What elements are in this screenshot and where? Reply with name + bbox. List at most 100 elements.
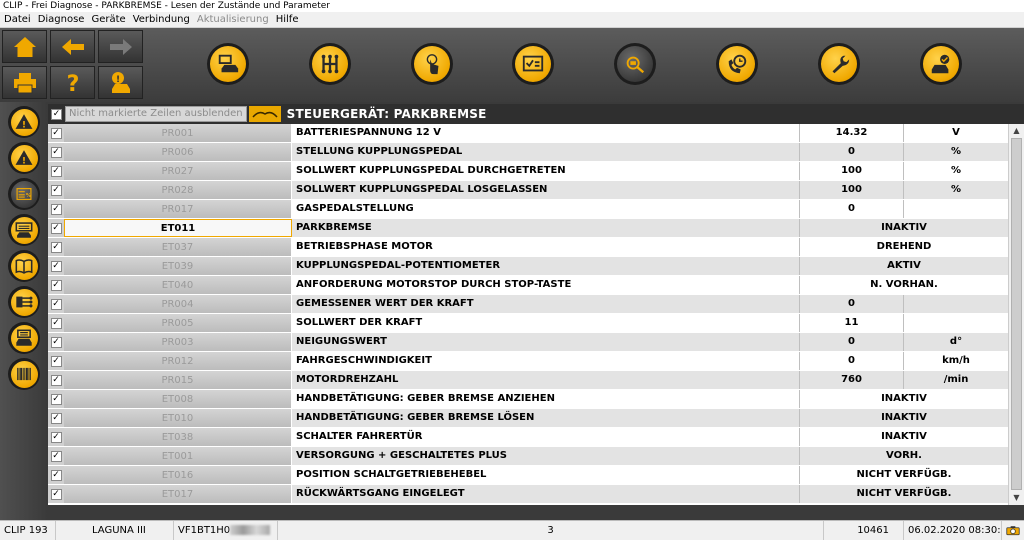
home-icon — [13, 36, 36, 57]
phone-clock-icon — [728, 54, 747, 74]
hide-unmarked-rows-button[interactable]: Nicht markierte Zeilen ausblenden — [65, 106, 247, 122]
select-all-checkbox[interactable]: ✓ — [51, 108, 62, 120]
table-row[interactable]: ✓ PR003 NEIGUNGSWERT 0 d° — [48, 333, 1008, 352]
parameter-unit: % — [950, 184, 962, 195]
camera-button[interactable] — [1002, 521, 1024, 540]
state-value: INAKTIV — [881, 412, 927, 423]
table-row[interactable]: ✓ ET008 HANDBETÄTIGUNG: GEBER BREMSE ANZIE… — [48, 390, 1008, 409]
parameter-code: PR028 — [64, 181, 292, 199]
sidebar-manual-book-button-4[interactable] — [8, 250, 40, 282]
sidebar-ecu-button-3[interactable] — [8, 214, 40, 246]
row-checkbox[interactable]: ✓ — [50, 393, 62, 405]
table-row[interactable]: ✓ ET011 PARKBREMSE INAKTIV — [48, 219, 1008, 238]
toolbar-phone-clock-button[interactable] — [716, 43, 758, 85]
forward-button[interactable] — [98, 30, 143, 63]
row-checkbox[interactable]: ✓ — [50, 374, 62, 386]
vehicle-info-button[interactable]: ! — [98, 66, 143, 99]
parameter-label: BETRIEBSPHASE MOTOR — [292, 238, 800, 256]
toolbar-gearbox-button[interactable] — [309, 43, 351, 85]
parameter-label: STELLUNG KUPPLUNGSPEDAL — [292, 143, 800, 161]
svg-text:%: % — [26, 193, 32, 199]
status-count: 3 — [278, 521, 824, 540]
row-checkbox[interactable]: ✓ — [50, 260, 62, 272]
row-checkbox[interactable]: ✓ — [50, 222, 62, 234]
vehicle-info-icon — [218, 54, 239, 73]
sidebar-warning-button-1[interactable]: ! — [8, 142, 40, 174]
toolbar-vehicle-check-button[interactable] — [920, 43, 962, 85]
sidebar-barcode-button-7[interactable] — [8, 358, 40, 390]
row-checkbox[interactable]: ✓ — [50, 165, 62, 177]
scroll-thumb[interactable] — [1011, 138, 1022, 490]
sidebar-car-ecu-button-6[interactable] — [8, 322, 40, 354]
row-checkbox[interactable]: ✓ — [50, 355, 62, 367]
table-row[interactable]: ✓ PR027 SOLLWERT KUPPLUNGSPEDAL DURCHGETRE… — [48, 162, 1008, 181]
vertical-scrollbar[interactable]: ▲ ▼ — [1008, 124, 1024, 505]
sidebar: !!% — [0, 102, 48, 520]
svg-text:!: ! — [115, 75, 119, 85]
status-bar: CLIP 193 LAGUNA III VF1BT1H0 3 10461 06.… — [0, 520, 1024, 540]
sidebar-warning-button-0[interactable]: ! — [8, 106, 40, 138]
home-button[interactable] — [2, 30, 47, 63]
row-checkbox[interactable]: ✓ — [50, 203, 62, 215]
table-row[interactable]: ✓ ET001 VERSORGUNG + GESCHALTETES PLUS VORH… — [48, 447, 1008, 466]
table-row[interactable]: ✓ PR006 STELLUNG KUPPLUNGSPEDAL 0% — [48, 143, 1008, 162]
row-checkbox[interactable]: ✓ — [50, 317, 62, 329]
row-checkbox[interactable]: ✓ — [50, 184, 62, 196]
table-row[interactable]: ✓ PR028 SOLLWERT KUPPLUNGSPEDAL LOSGELASSE… — [48, 181, 1008, 200]
parameter-value: 0 — [800, 333, 904, 351]
back-button[interactable] — [50, 30, 95, 63]
table-row[interactable]: ✓ PR012 FAHRGESCHWINDIGKEIT 0 km/h — [48, 352, 1008, 371]
parameter-label: NEIGUNGSWERT — [292, 333, 800, 351]
row-checkbox[interactable]: ✓ — [50, 127, 62, 139]
toolbar-vehicle-info-button[interactable] — [207, 43, 249, 85]
row-checkbox[interactable]: ✓ — [50, 336, 62, 348]
table-row[interactable]: ✓ ET016 POSITION SCHALTGETRIEBEHEBEL NICHT … — [48, 466, 1008, 485]
parameter-code: ET001 — [64, 447, 292, 465]
parameter-code: ET038 — [64, 428, 292, 446]
parameter-code: PR012 — [64, 352, 292, 370]
table-row[interactable]: ✓ PR005 SOLLWERT DER KRAFT 11 — [48, 314, 1008, 333]
table-row[interactable]: ✓ PR004 GEMESSENER WERT DER KRAFT 0 — [48, 295, 1008, 314]
toolbar-ecu-search-button[interactable] — [614, 43, 656, 85]
table-row[interactable]: ✓ ET010 HANDBETÄTIGUNG: GEBER BREMSE LÖSEN… — [48, 409, 1008, 428]
toolbar-wrench-button[interactable] — [818, 43, 860, 85]
parameter-label: KUPPLUNGSPEDAL-POTENTIOMETER — [292, 257, 800, 275]
table-row[interactable]: ✓ PR015 MOTORDREHZAHL 760/min — [48, 371, 1008, 390]
table-row[interactable]: ✓ ET017 RÜCKWÄRTSGANG EINGELEGT NICHT VERFÜ… — [48, 485, 1008, 504]
table-row[interactable]: ✓ PR017 GASPEDALSTELLUNG 0 — [48, 200, 1008, 219]
row-checkbox[interactable]: ✓ — [50, 431, 62, 443]
ecu-search-icon — [626, 56, 645, 74]
print-button[interactable] — [2, 66, 47, 99]
row-checkbox[interactable]: ✓ — [50, 469, 62, 481]
table-row[interactable]: ✓ ET037 BETRIEBSPHASE MOTOR DREHEND — [48, 238, 1008, 257]
row-checkbox[interactable]: ✓ — [50, 412, 62, 424]
help-button[interactable]: ? — [50, 66, 95, 99]
row-checkbox[interactable]: ✓ — [50, 146, 62, 158]
parameter-label: ANFORDERUNG MOTORSTOP DURCH STOP-TASTE — [292, 276, 800, 294]
row-checkbox[interactable]: ✓ — [50, 488, 62, 500]
menu-item-0[interactable]: Datei — [4, 12, 31, 27]
table-row[interactable]: ✓ ET038 SCHALTER FAHRERTÜR INAKTIV — [48, 428, 1008, 447]
menu-item-2[interactable]: Geräte — [91, 12, 125, 27]
parameter-label: BATTERIESPANNUNG 12 V — [292, 124, 800, 142]
row-checkbox[interactable]: ✓ — [50, 241, 62, 253]
toolbar-screen-check-button[interactable] — [512, 43, 554, 85]
row-checkbox[interactable]: ✓ — [50, 450, 62, 462]
menu-item-5[interactable]: Hilfe — [276, 12, 299, 27]
scroll-up-icon[interactable]: ▲ — [1009, 124, 1024, 138]
row-checkbox[interactable]: ✓ — [50, 298, 62, 310]
sidebar-parameter-list-button-2[interactable]: % — [8, 178, 40, 210]
menu-item-3[interactable]: Verbindung — [133, 12, 190, 27]
row-checkbox[interactable]: ✓ — [50, 279, 62, 291]
table-row[interactable]: ✓ PR001 BATTERIESPANNUNG 12 V 14.32 V — [48, 124, 1008, 143]
table-row[interactable]: ✓ ET039 KUPPLUNGSPEDAL-POTENTIOMETER AKTIV — [48, 257, 1008, 276]
parameter-value: 0 — [800, 143, 904, 161]
scroll-down-icon[interactable]: ▼ — [1009, 491, 1024, 505]
status-device: CLIP 193 — [0, 521, 56, 540]
parameter-value: 0 — [800, 352, 904, 370]
table-row[interactable]: ✓ ET040 ANFORDERUNG MOTORSTOP DURCH STOP-T… — [48, 276, 1008, 295]
toolbar-touch-button[interactable] — [411, 43, 453, 85]
sidebar-wiring-button-5[interactable] — [8, 286, 40, 318]
menu-item-4: Aktualisierung — [196, 14, 269, 25]
menu-item-1[interactable]: Diagnose — [38, 12, 85, 27]
